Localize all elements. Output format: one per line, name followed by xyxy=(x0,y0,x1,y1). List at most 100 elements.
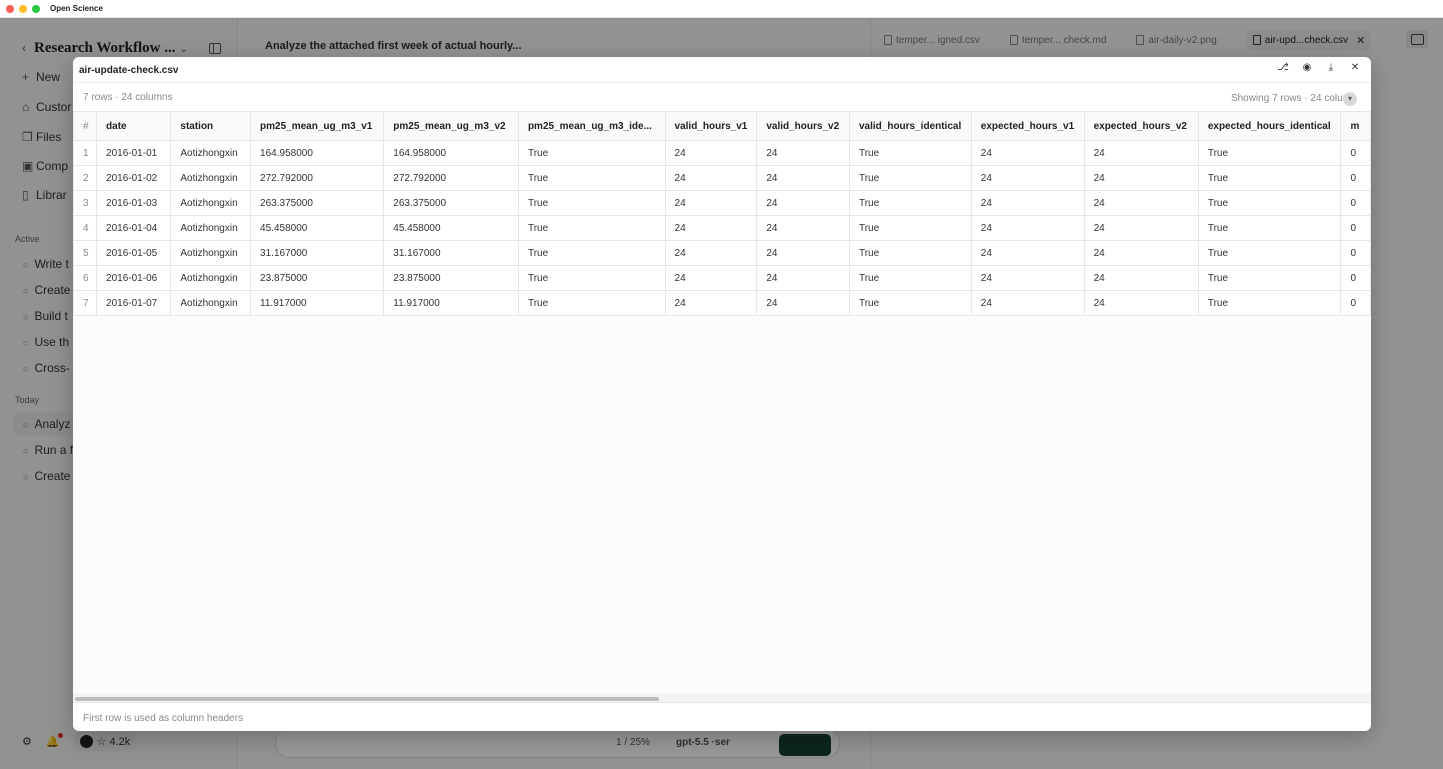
table-cell[interactable]: 24 xyxy=(970,190,1085,216)
table-cell[interactable]: 263.375000 xyxy=(250,190,385,216)
table-row[interactable]: 4 2016-01-04 Aotizhongxin 45.458000 45.45800… xyxy=(73,215,1371,241)
table-row[interactable]: 6 2016-01-06 Aotizhongxin 23.875000 23.87500… xyxy=(73,265,1371,291)
table-cell[interactable]: 11.917000 xyxy=(250,290,385,316)
column-header[interactable]: pm25_mean_ug_m3_v1 xyxy=(250,111,385,141)
table-row[interactable]: 3 2016-01-03 Aotizhongxin 263.375000 263.375… xyxy=(73,190,1371,216)
branch-icon[interactable]: ⎇ xyxy=(1277,62,1289,73)
table-cell[interactable]: 2016-01-04 xyxy=(96,215,172,241)
table-cell[interactable]: 24 xyxy=(1083,215,1199,241)
minimize-window-button[interactable] xyxy=(19,4,27,13)
table-cell[interactable]: True xyxy=(1197,165,1342,191)
table-cell[interactable]: 24 xyxy=(970,165,1085,191)
table-cell[interactable]: 24 xyxy=(970,215,1085,241)
table-cell[interactable]: True xyxy=(1197,290,1342,316)
table-cell[interactable]: True xyxy=(517,140,666,166)
table-cell[interactable]: 0 xyxy=(1340,165,1371,191)
table-cell[interactable]: 24 xyxy=(970,240,1085,266)
table-cell[interactable]: 0 xyxy=(1340,140,1371,166)
table-cell[interactable]: 23.875000 xyxy=(383,265,519,291)
table-cell[interactable]: 24 xyxy=(1083,290,1199,316)
table-cell[interactable]: 0 xyxy=(1340,290,1371,316)
table-cell[interactable]: 24 xyxy=(970,265,1085,291)
table-cell[interactable]: 164.958000 xyxy=(383,140,519,166)
table-cell[interactable]: 24 xyxy=(756,240,850,266)
table-cell[interactable]: 45.458000 xyxy=(383,215,519,241)
column-header[interactable]: valid_hours_v2 xyxy=(756,111,850,141)
table-cell[interactable]: True xyxy=(1197,265,1342,291)
table-cell[interactable]: 272.792000 xyxy=(383,165,519,191)
table-cell[interactable]: 2016-01-05 xyxy=(96,240,172,266)
table-cell[interactable]: Aotizhongxin xyxy=(170,240,252,266)
table-cell[interactable]: 24 xyxy=(1083,190,1199,216)
column-header[interactable]: date xyxy=(96,111,172,141)
download-icon[interactable]: ⤓ xyxy=(1325,62,1337,73)
row-number-cell[interactable]: 7 xyxy=(73,290,98,316)
table-cell[interactable]: 164.958000 xyxy=(250,140,385,166)
table-cell[interactable]: 0 xyxy=(1340,215,1371,241)
table-cell[interactable]: Aotizhongxin xyxy=(170,190,252,216)
row-number-cell[interactable]: 4 xyxy=(73,215,98,241)
table-cell[interactable]: Aotizhongxin xyxy=(170,265,252,291)
column-header[interactable]: station xyxy=(170,111,252,141)
column-header[interactable]: valid_hours_identical xyxy=(848,111,972,141)
row-number-cell[interactable]: 2 xyxy=(73,165,98,191)
table-cell[interactable]: 23.875000 xyxy=(250,265,385,291)
column-header[interactable]: expected_hours_v1 xyxy=(970,111,1085,141)
row-number-cell[interactable]: 5 xyxy=(73,240,98,266)
table-cell[interactable]: True xyxy=(848,140,972,166)
close-icon[interactable]: ✕ xyxy=(1349,62,1361,73)
table-cell[interactable]: True xyxy=(848,165,972,191)
table-cell[interactable]: True xyxy=(848,265,972,291)
table-cell[interactable]: 263.375000 xyxy=(383,190,519,216)
table-cell[interactable]: True xyxy=(517,290,666,316)
row-number-header[interactable]: # xyxy=(73,111,98,141)
row-number-cell[interactable]: 1 xyxy=(73,140,98,166)
eye-icon[interactable]: ◉ xyxy=(1301,62,1313,73)
table-cell[interactable]: 2016-01-03 xyxy=(96,190,172,216)
column-header[interactable]: expected_hours_v2 xyxy=(1083,111,1199,141)
table-cell[interactable]: 45.458000 xyxy=(250,215,385,241)
table-cell[interactable]: True xyxy=(517,190,666,216)
table-cell[interactable]: True xyxy=(1197,240,1342,266)
table-cell[interactable]: 2016-01-01 xyxy=(96,140,172,166)
table-cell[interactable]: True xyxy=(517,265,666,291)
table-cell[interactable]: 31.167000 xyxy=(250,240,385,266)
table-row[interactable]: 1 2016-01-01 Aotizhongxin 164.958000 164.958… xyxy=(73,140,1371,166)
row-number-cell[interactable]: 6 xyxy=(73,265,98,291)
close-window-button[interactable] xyxy=(6,4,14,13)
column-header[interactable]: expected_hours_identical xyxy=(1197,111,1342,141)
table-row[interactable]: 2 2016-01-02 Aotizhongxin 272.792000 272.792… xyxy=(73,165,1371,191)
table-cell[interactable]: Aotizhongxin xyxy=(170,140,252,166)
table-cell[interactable]: 0 xyxy=(1340,265,1371,291)
table-row[interactable]: 5 2016-01-05 Aotizhongxin 31.167000 31.16700… xyxy=(73,240,1371,266)
table-cell[interactable]: True xyxy=(517,215,666,241)
table-cell[interactable]: 24 xyxy=(756,290,850,316)
table-cell[interactable]: True xyxy=(1197,140,1342,166)
table-cell[interactable]: 24 xyxy=(664,165,758,191)
table-cell[interactable]: 31.167000 xyxy=(383,240,519,266)
table-cell[interactable]: 24 xyxy=(756,165,850,191)
table-cell[interactable]: True xyxy=(848,240,972,266)
column-header[interactable]: valid_hours_v1 xyxy=(664,111,758,141)
table-cell[interactable]: True xyxy=(848,190,972,216)
table-cell[interactable]: True xyxy=(517,240,666,266)
table-row[interactable]: 7 2016-01-07 Aotizhongxin 11.917000 11.91700… xyxy=(73,290,1371,316)
table-cell[interactable]: 0 xyxy=(1340,190,1371,216)
scrollbar-thumb[interactable] xyxy=(75,697,659,701)
chevron-down-icon[interactable]: ▾ xyxy=(1343,92,1357,106)
table-cell[interactable]: True xyxy=(848,290,972,316)
table-cell[interactable]: True xyxy=(1197,190,1342,216)
table-cell[interactable]: 24 xyxy=(970,290,1085,316)
table-cell[interactable]: 24 xyxy=(756,190,850,216)
table-cell[interactable]: 24 xyxy=(664,240,758,266)
column-header[interactable]: pm25_mean_ug_m3_v2 xyxy=(383,111,519,141)
table-cell[interactable]: Aotizhongxin xyxy=(170,165,252,191)
horizontal-scrollbar[interactable] xyxy=(73,694,1371,702)
table-cell[interactable]: 24 xyxy=(664,215,758,241)
zoom-window-button[interactable] xyxy=(32,4,40,13)
row-number-cell[interactable]: 3 xyxy=(73,190,98,216)
table-cell[interactable]: Aotizhongxin xyxy=(170,290,252,316)
table-cell[interactable]: True xyxy=(848,215,972,241)
table-cell[interactable]: True xyxy=(1197,215,1342,241)
table-cell[interactable]: True xyxy=(517,165,666,191)
